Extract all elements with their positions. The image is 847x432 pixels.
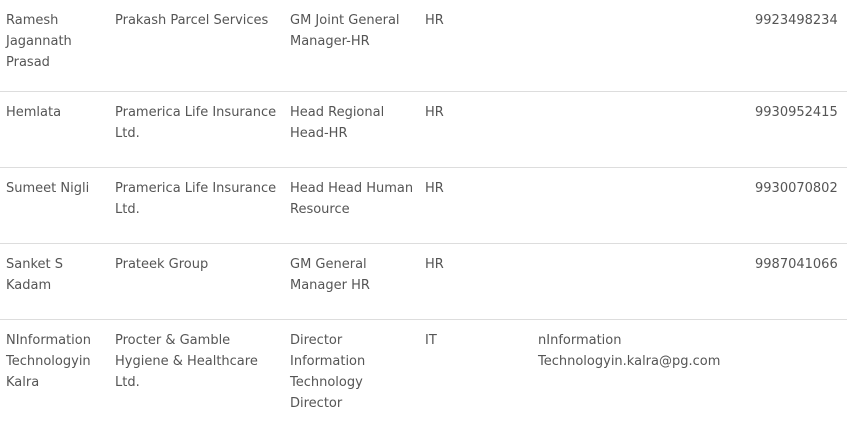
company-cell: Pramerica Life Insurance Ltd. — [109, 168, 284, 244]
designation-cell: GM Joint General Manager-HR — [284, 0, 419, 92]
company-cell: Prakash Parcel Services — [109, 0, 284, 92]
contact-name-cell: Hemlata — [0, 92, 109, 168]
department-cell: HR — [419, 0, 532, 92]
contact-name-cell: Sumeet Nigli — [0, 168, 109, 244]
contact-name-cell: Ramesh Jagannath Prasad — [0, 0, 109, 92]
department-cell: IT — [419, 320, 532, 432]
company-cell: Prateek Group — [109, 244, 284, 320]
phone-cell: 9923498234 — [755, 0, 847, 92]
phone-cell — [755, 320, 847, 432]
company-cell: Pramerica Life Insurance Ltd. — [109, 92, 284, 168]
department-cell: HR — [419, 168, 532, 244]
email-cell — [532, 92, 755, 168]
email-cell — [532, 0, 755, 92]
company-cell: Procter & Gamble Hygiene & Healthcare Lt… — [109, 320, 284, 432]
department-cell: HR — [419, 92, 532, 168]
email-cell — [532, 168, 755, 244]
designation-cell: Head Regional Head-HR — [284, 92, 419, 168]
designation-cell: GM General Manager HR — [284, 244, 419, 320]
contact-name-cell: Sanket S Kadam — [0, 244, 109, 320]
table-row: Sanket S Kadam Prateek Group GM General … — [0, 244, 847, 320]
email-cell — [532, 244, 755, 320]
table-row: Ramesh Jagannath Prasad Prakash Parcel S… — [0, 0, 847, 92]
department-cell: HR — [419, 244, 532, 320]
phone-cell: 9987041066 — [755, 244, 847, 320]
designation-cell: Head Head Human Resource — [284, 168, 419, 244]
designation-cell: Director Information Technology Director — [284, 320, 419, 432]
table-row: NInformation Technologyin Kalra Procter … — [0, 320, 847, 432]
phone-cell: 9930952415 — [755, 92, 847, 168]
contacts-table: Ramesh Jagannath Prasad Prakash Parcel S… — [0, 0, 847, 432]
contact-name-cell: NInformation Technologyin Kalra — [0, 320, 109, 432]
phone-cell: 9930070802 — [755, 168, 847, 244]
email-cell: nInformation Technologyin.kalra@pg.com — [532, 320, 755, 432]
table-row: Sumeet Nigli Pramerica Life Insurance Lt… — [0, 168, 847, 244]
table-row: Hemlata Pramerica Life Insurance Ltd. He… — [0, 92, 847, 168]
